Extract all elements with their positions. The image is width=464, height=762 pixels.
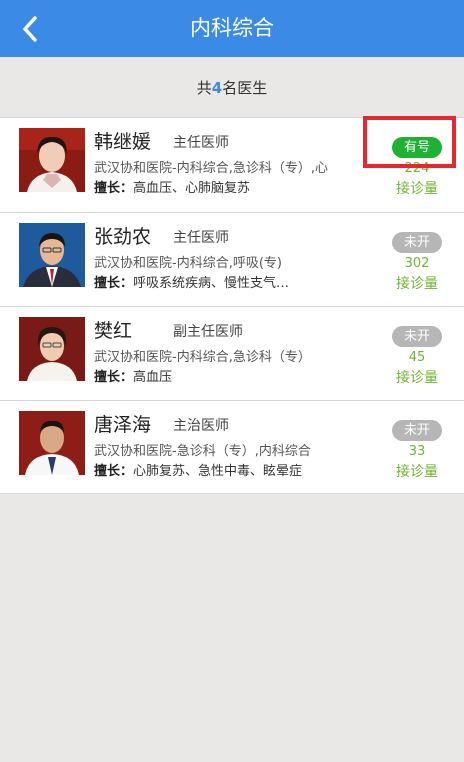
visit-count-label: 接诊量 [396,464,438,480]
doctor-department: 武汉协和医院-内科综合,急诊科（专） [94,350,311,365]
doctor-title: 主任医师 [173,230,229,246]
doctor-specialty: 擅长：心肺复苏、急性中毒、眩晕症 [94,460,368,479]
count-prefix: 共 [196,79,212,97]
doctor-name: 樊红 [94,320,133,342]
doctor-list: 韩继媛 主任医师 武汉协和医院-内科综合,急诊科（专）,心 擅长：高血压、心肺脑… [0,117,464,494]
doctor-name: 唐泽海 [94,414,152,436]
status-badge-unavailable[interactable]: 未开 [392,420,442,441]
doctor-list-item[interactable]: 张劲农 主任医师 武汉协和医院-内科综合,呼吸(专) 擅长：呼吸系统疾病、慢性支… [0,212,464,306]
visit-count-label: 接诊量 [396,370,438,386]
doctor-specialty: 擅长：高血压 [94,366,368,385]
doctor-title: 副主任医师 [173,324,243,340]
doctor-list-item[interactable]: 唐泽海 主治医师 武汉协和医院-急诊科（专）,内科综合 擅长：心肺复苏、急性中毒… [0,400,464,494]
doctor-specialty: 擅长：高血压、心肺脑复苏 [94,177,368,196]
doctor-list-item[interactable]: 樊红 副主任医师 武汉协和医院-内科综合,急诊科（专） 擅长：高血压 未开 45… [0,306,464,400]
visit-count: 302 [404,256,430,271]
visit-count: 33 [408,444,426,459]
visit-count: 45 [408,350,426,365]
doctor-department: 武汉协和医院-内科综合,急诊科（专）,心 [94,161,328,176]
avatar [19,317,85,381]
chevron-left-icon [23,15,37,42]
specialty-label: 擅长： [94,276,134,291]
status-badge-unavailable[interactable]: 未开 [392,326,442,347]
status-badge-available[interactable]: 有号 [392,137,442,158]
avatar [19,223,85,287]
specialty-label: 擅长： [94,464,134,479]
page-title: 内科综合 [190,16,274,40]
doctor-title: 主任医师 [173,135,229,151]
doctor-count: 4 [211,79,223,97]
status-badge-unavailable[interactable]: 未开 [392,232,442,253]
specialty-text: 呼吸系统疾病、慢性支气… [133,276,290,291]
visit-count-label: 接诊量 [396,181,438,197]
doctor-count-bar: 共4名医生 [0,57,464,117]
avatar [19,128,85,192]
count-suffix: 名医生 [222,79,268,97]
specialty-label: 擅长： [94,181,134,196]
doctor-specialty: 擅长：呼吸系统疾病、慢性支气… [94,272,368,291]
app-header: 内科综合 [0,0,464,57]
doctor-name: 韩继媛 [94,131,152,153]
doctor-title: 主治医师 [173,418,229,434]
back-button[interactable] [0,0,60,57]
doctor-name: 张劲农 [94,226,152,248]
doctor-department: 武汉协和医院-急诊科（专）,内科综合 [94,444,311,459]
visit-count-label: 接诊量 [396,276,438,292]
visit-count: 224 [404,161,430,176]
specialty-text: 高血压、心肺脑复苏 [133,181,251,196]
avatar [19,411,85,475]
doctor-list-item[interactable]: 韩继媛 主任医师 武汉协和医院-内科综合,急诊科（专）,心 擅长：高血压、心肺脑… [0,118,464,212]
specialty-text: 心肺复苏、急性中毒、眩晕症 [133,464,303,479]
specialty-text: 高血压 [133,370,173,385]
doctor-department: 武汉协和医院-内科综合,呼吸(专) [94,256,282,271]
specialty-label: 擅长： [94,370,134,385]
